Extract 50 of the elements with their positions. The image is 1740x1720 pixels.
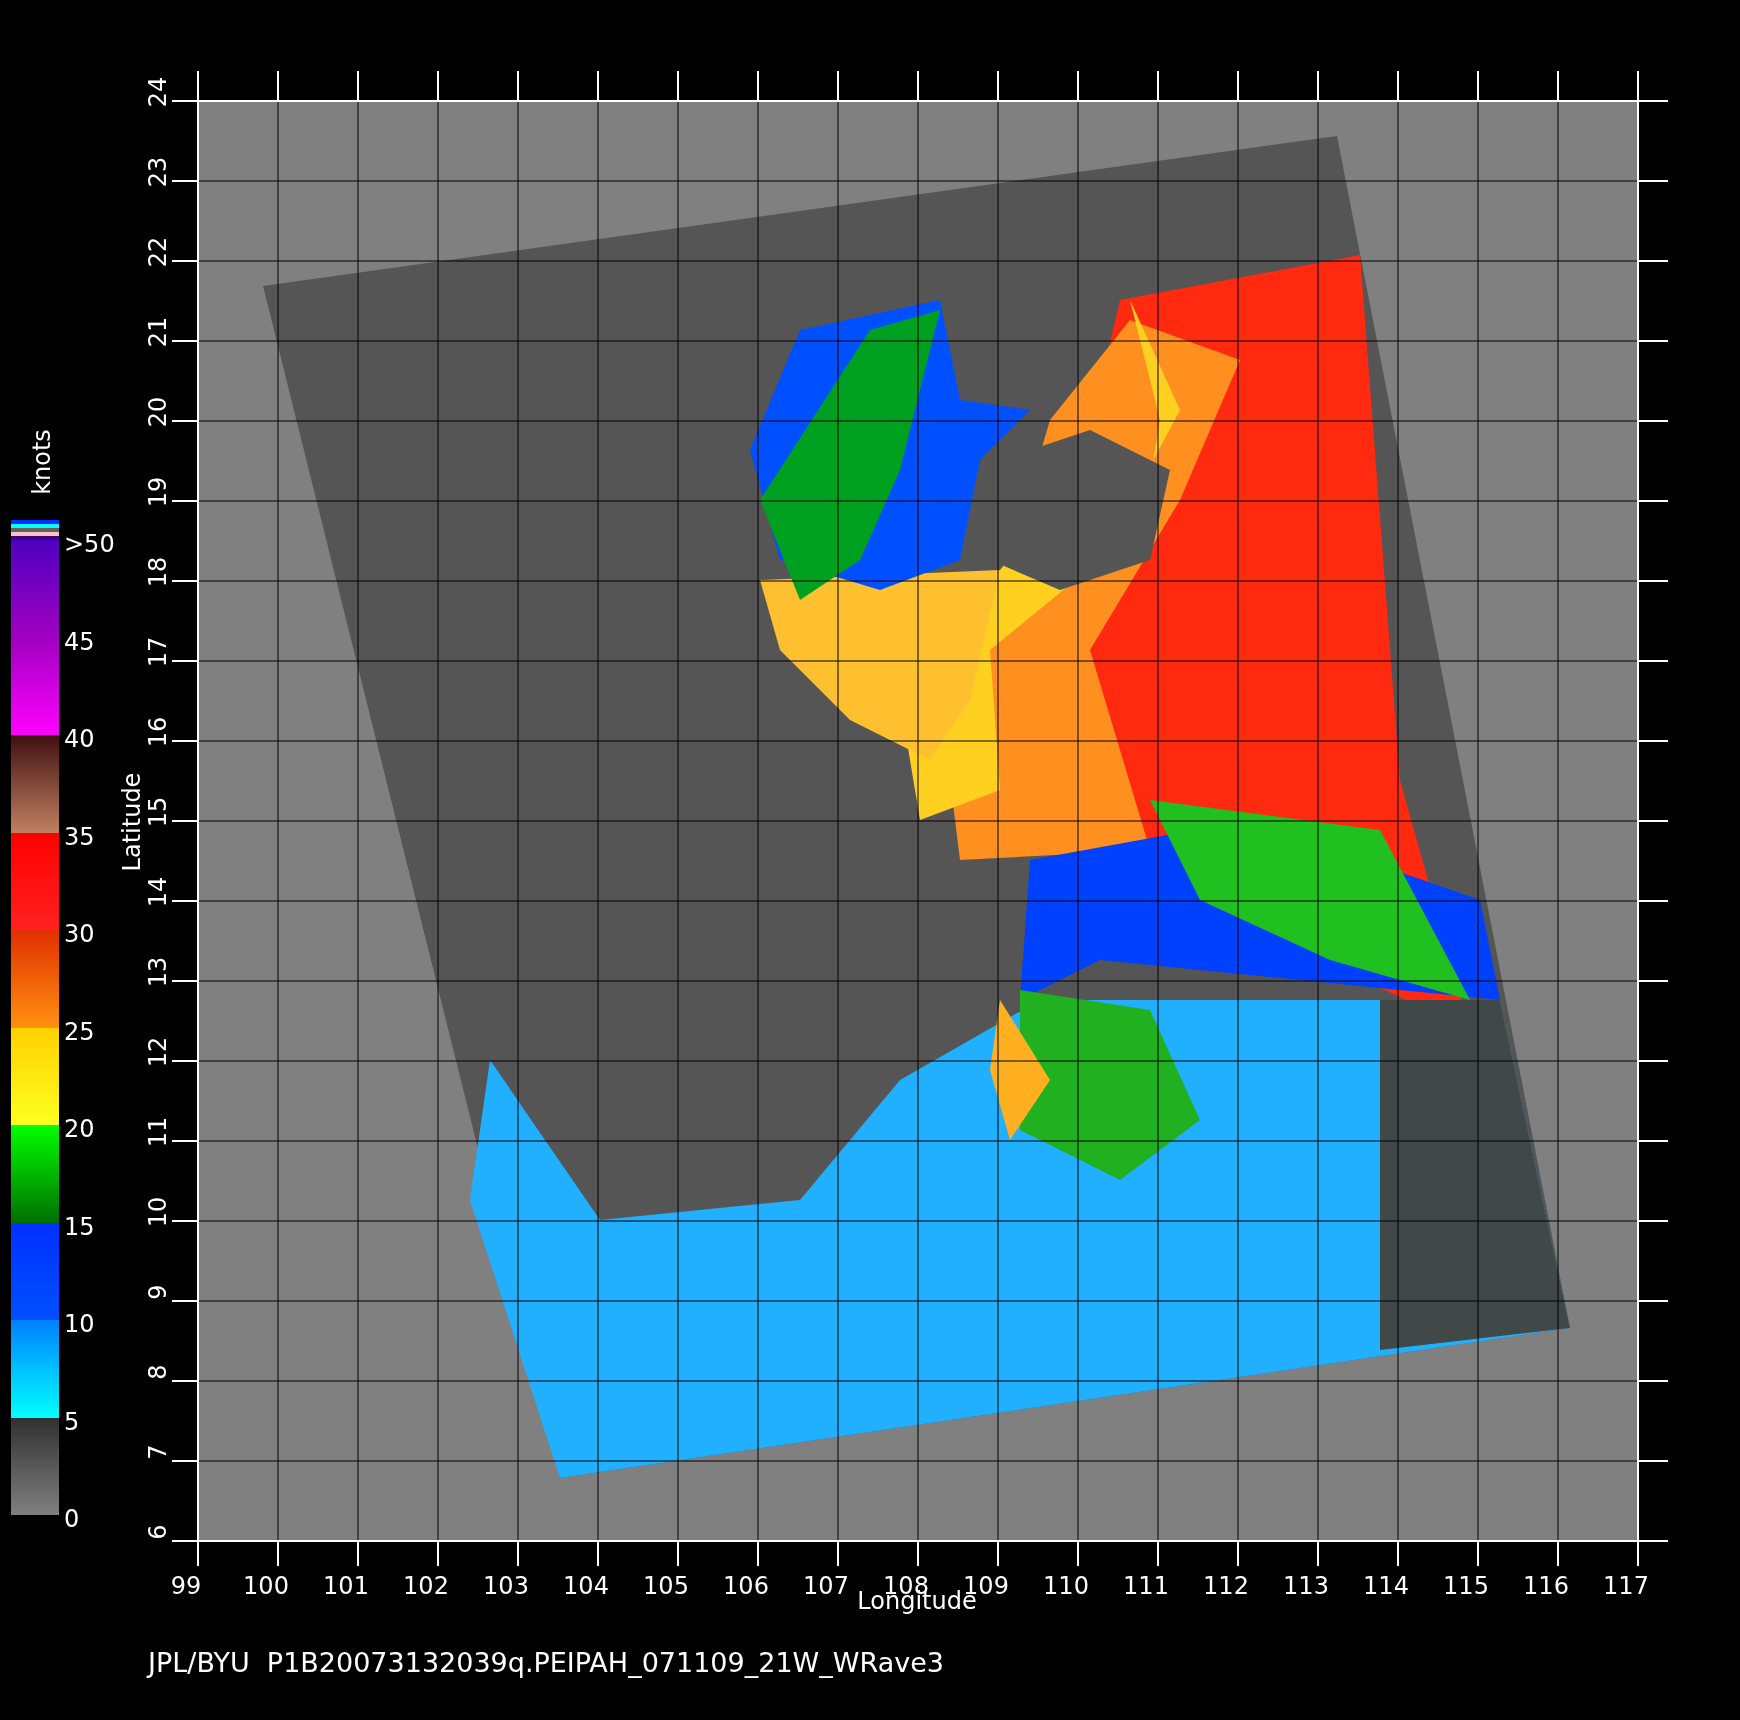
y-axis-title: Latitude: [118, 772, 146, 872]
y-tick-label: 21: [144, 316, 172, 348]
y-tick-label: 18: [144, 556, 172, 588]
y-tick-label: 24: [144, 76, 172, 108]
y-tick-label: 17: [144, 636, 172, 668]
y-tick-label: 23: [144, 156, 172, 188]
y-tick-label: 14: [144, 876, 172, 908]
y-tick-label: 13: [144, 956, 172, 988]
y-tick-label: 15: [144, 796, 172, 828]
x-tick-label: 113: [1283, 1572, 1329, 1600]
colorbar-title: knots: [28, 429, 56, 495]
y-tick-label: 19: [144, 476, 172, 508]
x-tick-label: 115: [1443, 1572, 1489, 1600]
colorbar-label: 15: [64, 1212, 95, 1241]
x-tick-label: 116: [1523, 1572, 1569, 1600]
colorbar-label: 30: [64, 920, 95, 948]
x-tick-label: 100: [243, 1572, 289, 1600]
footer-text: JPL/BYU P1B20073132039q.PEIPAH_071109_21W_WRave3: [148, 1647, 944, 1678]
colorbar-label: 45: [64, 627, 95, 656]
y-tick-label: 22: [144, 236, 172, 268]
x-tick-label: 107: [803, 1572, 849, 1600]
x-tick-label: 117: [1603, 1572, 1649, 1600]
colorbar-label: 10: [64, 1310, 95, 1338]
x-tick-label: 105: [643, 1572, 689, 1600]
x-tick-label: 114: [1363, 1572, 1409, 1600]
colorbar-label: 5: [64, 1407, 80, 1436]
colorbar-label: 35: [64, 822, 95, 851]
x-tick-label: 111: [1123, 1572, 1169, 1600]
x-tick-label: 104: [563, 1572, 609, 1600]
y-tick-label: 16: [144, 716, 172, 748]
x-tick-label: 102: [403, 1572, 449, 1600]
y-tick-label: 9: [144, 1284, 172, 1300]
colorbar-label: 20: [64, 1115, 95, 1143]
y-tick-label: 8: [144, 1364, 172, 1380]
x-tick-label: 99: [170, 1572, 202, 1600]
y-tick-label: 12: [144, 1036, 172, 1068]
colorbar-label: >50: [64, 530, 115, 558]
colorbar-label: 40: [64, 725, 95, 753]
y-tick-label: 11: [144, 1116, 172, 1148]
x-tick-label: 101: [323, 1572, 369, 1600]
x-tick-label: 112: [1203, 1572, 1249, 1600]
y-tick-label: 7: [144, 1444, 172, 1460]
y-tick-label: 10: [144, 1196, 172, 1228]
x-tick-label: 110: [1043, 1572, 1089, 1600]
colorbar-label: 25: [64, 1017, 95, 1046]
y-tick-label: 6: [144, 1524, 172, 1540]
x-tick-label: 103: [483, 1572, 529, 1600]
x-tick-label: 106: [723, 1572, 769, 1600]
colorbar-label: 0: [64, 1505, 80, 1533]
y-tick-label: 20: [144, 396, 172, 428]
